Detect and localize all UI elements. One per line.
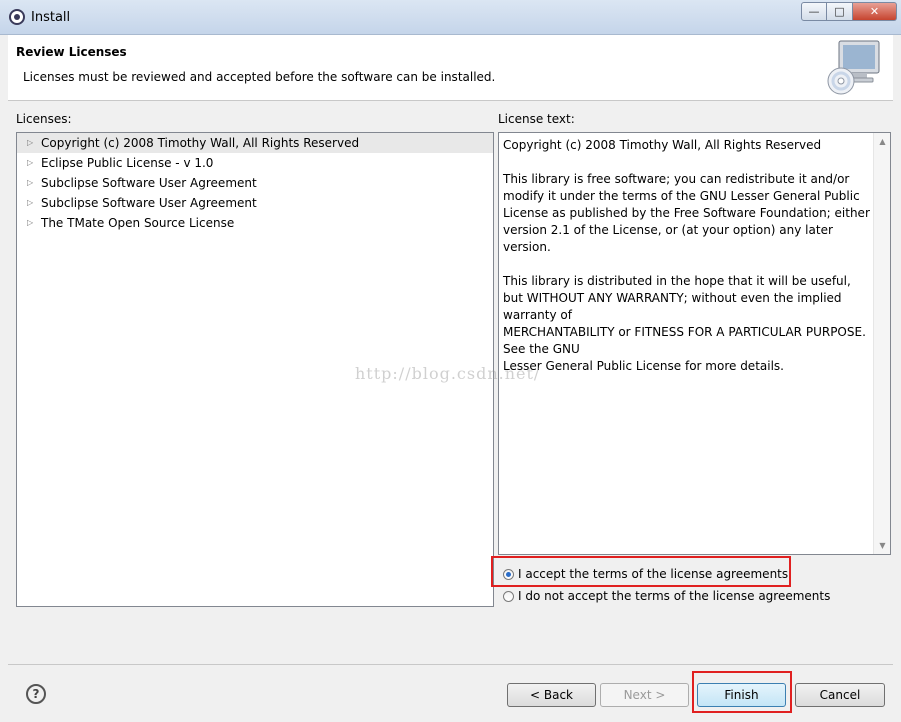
license-item-label: Copyright (c) 2008 Timothy Wall, All Rig… <box>41 136 360 150</box>
window-controls: — □ ✕ <box>801 2 897 21</box>
license-item-label: Subclipse Software User Agreement <box>41 196 257 210</box>
close-button[interactable]: ✕ <box>853 2 897 21</box>
decline-option[interactable]: I do not accept the terms of the license… <box>503 589 830 603</box>
finish-highlight-box <box>692 671 792 713</box>
minimize-button[interactable]: — <box>801 2 827 21</box>
expand-triangle-icon[interactable]: ▷ <box>27 173 33 193</box>
license-item-label: Eclipse Public License - v 1.0 <box>41 156 214 170</box>
eclipse-app-icon <box>9 9 25 25</box>
license-item[interactable]: ▷ Copyright (c) 2008 Timothy Wall, All Ri… <box>17 133 493 153</box>
decline-label: I do not accept the terms of the license… <box>518 589 831 603</box>
expand-triangle-icon[interactable]: ▷ <box>27 153 33 173</box>
footer-divider <box>8 664 893 665</box>
maximize-icon: □ <box>834 5 845 18</box>
wizard-header: Review Licenses Licenses must be reviewe… <box>8 35 893 101</box>
page-title: Review Licenses <box>16 45 127 59</box>
license-item[interactable]: ▷ Subclipse Software User Agreement <box>17 173 493 193</box>
license-item[interactable]: ▷ The TMate Open Source License <box>17 213 493 233</box>
license-text-label: License text: <box>498 112 575 126</box>
license-item-label: The TMate Open Source License <box>41 216 235 230</box>
close-icon: ✕ <box>869 5 880 18</box>
page-description: Licenses must be reviewed and accepted b… <box>23 70 496 84</box>
title-bar: Install — □ ✕ <box>0 0 901 35</box>
licenses-label: Licenses: <box>16 112 72 126</box>
window-title: Install <box>31 10 71 25</box>
accept-highlight-box <box>491 556 791 587</box>
minimize-icon: — <box>808 5 820 18</box>
help-icon[interactable]: ? <box>26 684 46 704</box>
scroll-up-icon[interactable]: ▲ <box>874 133 891 150</box>
expand-triangle-icon[interactable]: ▷ <box>27 133 33 153</box>
license-item-label: Subclipse Software User Agreement <box>41 176 257 190</box>
license-text-content: Copyright (c) 2008 Timothy Wall, All Rig… <box>503 138 870 373</box>
license-item[interactable]: ▷ Eclipse Public License - v 1.0 <box>17 153 493 173</box>
install-wizard-icon <box>827 40 880 95</box>
cancel-button[interactable]: Cancel <box>795 683 885 707</box>
next-button[interactable]: Next > <box>600 683 689 707</box>
back-button[interactable]: < Back <box>507 683 596 707</box>
expand-triangle-icon[interactable]: ▷ <box>27 213 33 233</box>
license-text-scrollbar[interactable]: ▲ ▼ <box>873 133 890 554</box>
license-item[interactable]: ▷ Subclipse Software User Agreement <box>17 193 493 213</box>
scroll-down-icon[interactable]: ▼ <box>874 537 891 554</box>
maximize-button[interactable]: □ <box>827 2 853 21</box>
watermark: http://blog.csdn.net/ <box>355 364 541 383</box>
decline-radio[interactable] <box>503 590 514 602</box>
license-text-area[interactable]: Copyright (c) 2008 Timothy Wall, All Rig… <box>498 132 891 555</box>
expand-triangle-icon[interactable]: ▷ <box>27 193 33 213</box>
